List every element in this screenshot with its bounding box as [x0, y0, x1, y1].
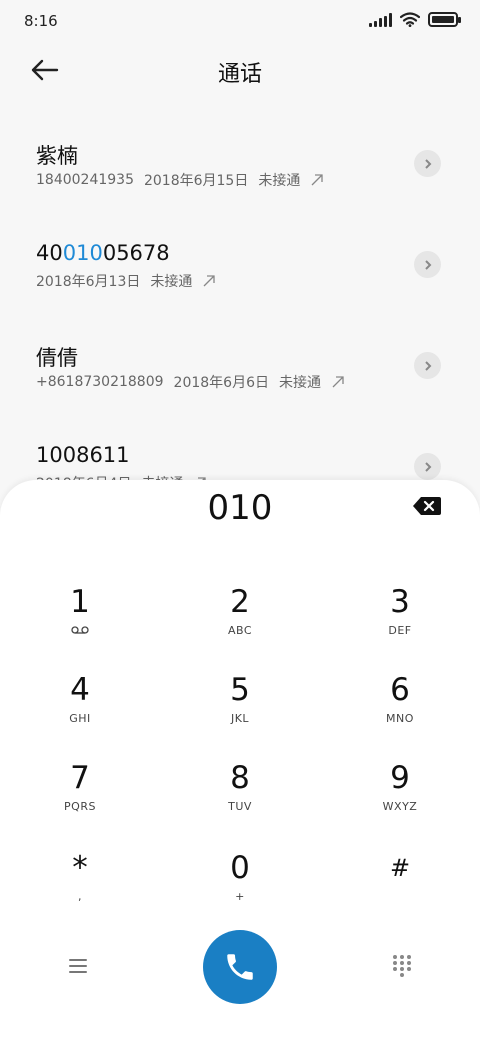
dial-key-8[interactable]: 8 TUV [180, 760, 300, 838]
dial-key-5[interactable]: 5 JKL [180, 672, 300, 750]
chevron-right-icon [424, 461, 431, 472]
contact-name: 4001005678 [36, 241, 170, 265]
dial-key-6[interactable]: 6 MNO [340, 672, 460, 750]
call-meta: 2018年6月13日 未接通 [36, 271, 216, 291]
chevron-right-icon [424, 360, 431, 371]
wifi-icon [400, 12, 420, 27]
backspace-icon [413, 497, 441, 515]
dial-key-3[interactable]: 3 DEF [340, 584, 460, 662]
call-meta: 18400241935 2018年6月15日 未接通 [36, 170, 324, 190]
backspace-button[interactable] [412, 496, 442, 516]
call-detail-button[interactable] [414, 352, 441, 379]
call-status: 未接通 [278, 375, 321, 391]
call-date: 2018年6月15日 [143, 173, 249, 189]
dialpad-icon [393, 955, 411, 977]
call-status: 未接通 [150, 274, 193, 290]
call-date: 2018年6月13日 [36, 274, 141, 290]
phone-icon [227, 954, 253, 980]
menu-button[interactable] [66, 954, 90, 978]
contact-name: 紫楠 [36, 144, 78, 168]
dial-key-4[interactable]: 4 GHI [20, 672, 140, 750]
dialed-number-display[interactable]: 010 [0, 488, 480, 528]
call-log-item[interactable]: 4001005678 2018年6月13日 未接通 [0, 213, 480, 314]
dial-key-7[interactable]: 7 PQRS [20, 760, 140, 838]
battery-icon [428, 12, 461, 27]
phone-number: +8618730218809 [36, 374, 164, 390]
outgoing-arrow-icon [332, 376, 344, 388]
dial-pad-sheet: 010 1 2 ABC 3 DEF 4 GHI 5 JKL 6 MNO 7 PQ… [0, 480, 480, 1040]
page-title: 通话 [217, 62, 262, 87]
outgoing-arrow-icon [311, 174, 323, 186]
call-button[interactable] [203, 930, 277, 1004]
status-icons [369, 12, 461, 27]
call-meta: +8618730218809 2018年6月6日 未接通 [36, 372, 345, 392]
dial-key-9[interactable]: 9 WXYZ [340, 760, 460, 838]
phone-number: 18400241935 [36, 172, 134, 188]
call-date: 2018年6月6日 [173, 375, 269, 391]
call-detail-button[interactable] [414, 150, 441, 177]
signal-icon [369, 12, 392, 27]
contact-name: 1008611 [36, 443, 130, 467]
chevron-right-icon [424, 158, 431, 169]
dial-key-star[interactable]: * , [20, 850, 140, 928]
dial-key-0[interactable]: 0 + [180, 850, 300, 928]
status-time: 8:16 [24, 12, 58, 30]
call-detail-button[interactable] [414, 453, 441, 480]
call-log-list: 紫楠 18400241935 2018年6月15日 未接通 4001005678… [0, 112, 480, 516]
status-bar: 8:16 [0, 0, 480, 40]
dial-key-1[interactable]: 1 [20, 584, 140, 662]
call-detail-button[interactable] [414, 251, 441, 278]
voicemail-icon [71, 626, 89, 634]
call-log-item[interactable]: 紫楠 18400241935 2018年6月15日 未接通 [0, 112, 480, 213]
header: 通话 [0, 40, 480, 100]
battery-level [432, 16, 454, 23]
menu-icon [69, 959, 87, 973]
dial-key-2[interactable]: 2 ABC [180, 584, 300, 662]
call-status: 未接通 [258, 173, 301, 189]
dial-key-hash[interactable]: # [340, 850, 460, 928]
chevron-right-icon [424, 259, 431, 270]
call-log-item[interactable]: 倩倩 +8618730218809 2018年6月6日 未接通 [0, 314, 480, 415]
contact-name: 倩倩 [36, 346, 78, 370]
keypad-toggle-button[interactable] [392, 954, 412, 978]
outgoing-arrow-icon [203, 275, 216, 287]
